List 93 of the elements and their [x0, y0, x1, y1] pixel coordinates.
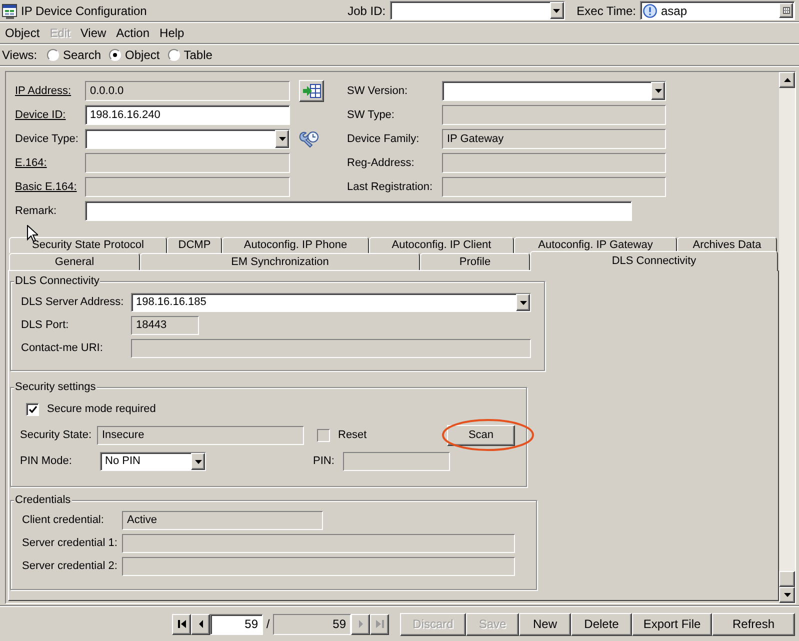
field-label: Remark:	[15, 204, 58, 219]
group-title: DLS Connectivity	[14, 275, 100, 288]
input-field: 0.0.0.0	[85, 81, 290, 101]
vertical-scrollbar[interactable]	[779, 72, 795, 603]
wrench-clock-icon[interactable]	[299, 130, 319, 148]
dropdown-button[interactable]	[550, 2, 564, 19]
mouse-cursor-icon	[27, 225, 38, 242]
field-label: PIN Mode:	[20, 454, 73, 470]
caret-icon	[278, 137, 286, 141]
down-arrow-icon	[784, 593, 790, 597]
info-icon	[643, 4, 657, 18]
scan-button[interactable]: Scan	[447, 425, 515, 446]
app-window-icon	[2, 2, 18, 18]
menu-item[interactable]: Object	[1, 24, 44, 42]
dropdown-button[interactable]	[191, 453, 205, 470]
field-label: DLS Port:	[21, 318, 70, 334]
input-field[interactable]: asap	[640, 1, 795, 20]
menu-item[interactable]: Action	[112, 24, 154, 42]
menu-item[interactable]: View	[76, 24, 110, 42]
caret-icon	[553, 8, 560, 12]
field-label: Exec Time:	[576, 2, 636, 20]
checkbox[interactable]: Secure mode required	[26, 400, 156, 418]
triangle-left-icon	[196, 620, 204, 628]
field-label: Basic E.164:	[15, 180, 78, 195]
scroll-down-button[interactable]	[779, 587, 795, 603]
up-arrow-icon	[784, 78, 790, 82]
field-label: IP Address:	[15, 84, 72, 99]
dropdown-field[interactable]	[85, 129, 290, 149]
field-label: Device Family:	[347, 132, 420, 147]
first-page-button[interactable]	[172, 614, 191, 634]
grid-icon	[782, 7, 790, 14]
field-label: SW Type:	[347, 108, 396, 123]
tab[interactable]: Security State Protocol	[9, 237, 167, 253]
input-field: IP Gateway	[442, 129, 666, 149]
field-label: Security State:	[20, 428, 93, 444]
group-title: Security settings	[14, 381, 97, 394]
field-label: Contact-me URI:	[21, 341, 104, 356]
field-label: Server credential 1:	[22, 536, 118, 552]
field-label: E.164:	[15, 156, 48, 171]
action-button[interactable]: Export File	[632, 612, 712, 636]
dropdown-button[interactable]	[516, 294, 530, 311]
field-label: DLS Server Address:	[21, 295, 125, 310]
view-option[interactable]: Search	[47, 46, 102, 64]
menu-item[interactable]: Help	[156, 24, 188, 42]
dropdown-field[interactable]	[442, 81, 666, 101]
field-label: SW Version:	[347, 84, 409, 99]
field-label: Client credential:	[22, 513, 105, 528]
page-total-field: 59	[273, 614, 351, 634]
triangle-right-icon	[356, 620, 364, 628]
tab[interactable]: General	[9, 253, 140, 270]
grid-button[interactable]	[779, 3, 793, 18]
caret-icon	[520, 300, 526, 304]
caret-icon	[654, 89, 662, 93]
dropdown-button[interactable]	[275, 130, 289, 148]
view-option[interactable]: Table	[168, 46, 212, 64]
arrow-table-icon	[302, 84, 320, 98]
tab[interactable]: DLS Connectivity	[530, 251, 778, 271]
dropdown-button[interactable]	[651, 82, 665, 100]
page-separator: /	[265, 616, 271, 633]
field-label: Device ID:	[15, 108, 67, 123]
field-label: Reg-Address:	[347, 156, 416, 171]
field-label: Device Type:	[15, 132, 80, 147]
scroll-up-button[interactable]	[779, 72, 795, 88]
skip-back-icon	[178, 620, 186, 628]
table-button[interactable]	[299, 80, 324, 102]
input-field[interactable]: 198.16.16.240	[85, 105, 290, 125]
caret-icon	[194, 460, 202, 464]
dropdown-field[interactable]	[390, 1, 565, 20]
field-label: PIN:	[313, 454, 336, 470]
tab[interactable]: EM Synchronization	[140, 253, 420, 270]
input-field: Active	[122, 511, 323, 530]
tab[interactable]: DCMP	[167, 237, 222, 253]
previous-page-button[interactable]	[191, 614, 210, 634]
field-label: Job ID:	[348, 2, 386, 20]
action-button[interactable]: New	[519, 612, 571, 636]
tab[interactable]: Profile	[420, 253, 530, 270]
window-title: IP Device Configuration	[21, 2, 147, 20]
view-option[interactable]: Object	[109, 46, 160, 64]
input-field[interactable]	[85, 201, 632, 221]
tab[interactable]: Autoconfig. IP Phone	[222, 237, 369, 253]
skip-forward-icon	[376, 620, 384, 628]
field-label: Server credential 2:	[22, 559, 118, 574]
action-button[interactable]: Refresh	[712, 612, 795, 636]
field-label: Views:	[2, 47, 38, 64]
page-number-field[interactable]: 59	[210, 614, 263, 634]
action-button[interactable]: Delete	[571, 612, 632, 636]
dropdown-field[interactable]: 198.16.16.185	[131, 293, 531, 312]
dropdown-field[interactable]: No PIN	[100, 452, 206, 471]
field-label: Last Registration:	[347, 180, 434, 195]
scroll-thumb[interactable]	[779, 571, 795, 587]
tab[interactable]: Autoconfig. IP Client	[369, 237, 514, 253]
input-field: Insecure	[97, 426, 304, 445]
input-field: 18443	[131, 316, 199, 335]
